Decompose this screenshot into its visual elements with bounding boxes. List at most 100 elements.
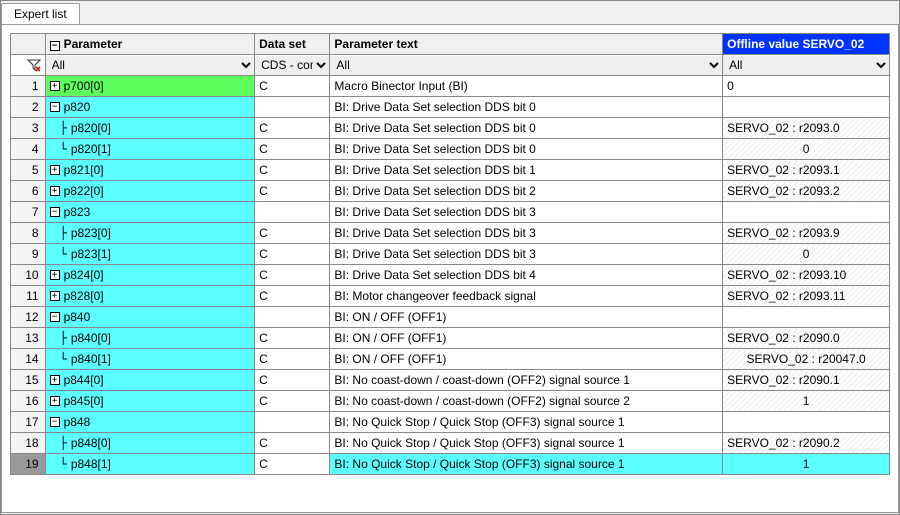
collapse-all-toggle[interactable]: − bbox=[50, 41, 60, 51]
expand-icon[interactable]: + bbox=[50, 375, 60, 385]
collapse-icon[interactable]: − bbox=[50, 312, 60, 322]
parameter-text-cell[interactable]: BI: Drive Data Set selection DDS bit 0 bbox=[330, 139, 723, 160]
parameter-text-cell[interactable]: BI: Drive Data Set selection DDS bit 3 bbox=[330, 244, 723, 265]
offline-value-cell[interactable]: 1 bbox=[723, 391, 890, 412]
row-number[interactable]: 8 bbox=[11, 223, 46, 244]
collapse-icon[interactable]: − bbox=[50, 417, 60, 427]
parameter-text-cell[interactable]: BI: Drive Data Set selection DDS bit 0 bbox=[330, 97, 723, 118]
parameter-cell[interactable]: +p822[0] bbox=[45, 181, 255, 202]
offline-value-cell[interactable] bbox=[723, 97, 890, 118]
row-number[interactable]: 5 bbox=[11, 160, 46, 181]
dataset-cell[interactable]: C bbox=[255, 328, 330, 349]
table-row[interactable]: 17−p848 BI: No Quick Stop / Quick Stop (O… bbox=[11, 412, 890, 433]
offline-value-cell[interactable]: SERVO_02 : r2093.2 bbox=[723, 181, 890, 202]
parameter-text-cell[interactable]: BI: Drive Data Set selection DDS bit 0 bbox=[330, 118, 723, 139]
dataset-cell[interactable] bbox=[255, 97, 330, 118]
row-number[interactable]: 18 bbox=[11, 433, 46, 454]
parameter-cell[interactable]: └p820[1] bbox=[45, 139, 255, 160]
offline-value-cell[interactable]: SERVO_02 : r2093.0 bbox=[723, 118, 890, 139]
filter-offline[interactable]: All bbox=[723, 55, 890, 76]
offline-value-cell[interactable] bbox=[723, 412, 890, 433]
table-row[interactable]: 5+p821[0]CBI: Drive Data Set selection D… bbox=[11, 160, 890, 181]
row-number[interactable]: 4 bbox=[11, 139, 46, 160]
filter-icon-cell[interactable] bbox=[11, 55, 46, 76]
header-parameter[interactable]: −Parameter bbox=[45, 34, 255, 55]
parameter-text-cell[interactable]: BI: ON / OFF (OFF1) bbox=[330, 307, 723, 328]
dataset-cell[interactable]: C bbox=[255, 349, 330, 370]
row-number[interactable]: 16 bbox=[11, 391, 46, 412]
row-number[interactable]: 13 bbox=[11, 328, 46, 349]
filter-ptext[interactable]: All bbox=[330, 55, 723, 76]
header-dataset[interactable]: Data set bbox=[255, 34, 330, 55]
header-rownum[interactable] bbox=[11, 34, 46, 55]
collapse-icon[interactable]: − bbox=[50, 102, 60, 112]
dataset-cell[interactable] bbox=[255, 307, 330, 328]
table-row[interactable]: 19└p848[1]CBI: No Quick Stop / Quick Sto… bbox=[11, 454, 890, 475]
parameter-text-cell[interactable]: BI: No Quick Stop / Quick Stop (OFF3) si… bbox=[330, 412, 723, 433]
dataset-cell[interactable]: C bbox=[255, 160, 330, 181]
parameter-text-cell[interactable]: BI: No Quick Stop / Quick Stop (OFF3) si… bbox=[330, 433, 723, 454]
table-row[interactable]: 14└p840[1]CBI: ON / OFF (OFF1)SERVO_02 :… bbox=[11, 349, 890, 370]
parameter-cell[interactable]: −p820 bbox=[45, 97, 255, 118]
table-row[interactable]: 16+p845[0]CBI: No coast-down / coast-dow… bbox=[11, 391, 890, 412]
parameter-text-cell[interactable]: BI: No coast-down / coast-down (OFF2) si… bbox=[330, 370, 723, 391]
tab-expert-list[interactable]: Expert list bbox=[1, 3, 80, 24]
dataset-cell[interactable]: C bbox=[255, 454, 330, 475]
expand-icon[interactable]: + bbox=[50, 165, 60, 175]
parameter-cell[interactable]: +p824[0] bbox=[45, 265, 255, 286]
header-offline[interactable]: Offline value SERVO_02 bbox=[723, 34, 890, 55]
parameter-cell[interactable]: ├p840[0] bbox=[45, 328, 255, 349]
row-number[interactable]: 3 bbox=[11, 118, 46, 139]
table-row[interactable]: 1+p700[0]CMacro Binector Input (BI)0 bbox=[11, 76, 890, 97]
dataset-cell[interactable]: C bbox=[255, 76, 330, 97]
row-number[interactable]: 9 bbox=[11, 244, 46, 265]
parameter-cell[interactable]: +p700[0] bbox=[45, 76, 255, 97]
offline-value-cell[interactable]: SERVO_02 : r2093.9 bbox=[723, 223, 890, 244]
dataset-cell[interactable]: C bbox=[255, 118, 330, 139]
dataset-cell[interactable]: C bbox=[255, 391, 330, 412]
offline-value-cell[interactable]: 0 bbox=[723, 76, 890, 97]
filter-offline-select[interactable]: All bbox=[723, 56, 889, 75]
parameter-text-cell[interactable]: BI: ON / OFF (OFF1) bbox=[330, 328, 723, 349]
parameter-cell[interactable]: +p828[0] bbox=[45, 286, 255, 307]
offline-value-cell[interactable]: SERVO_02 : r2093.11 bbox=[723, 286, 890, 307]
table-row[interactable]: 18├p848[0]CBI: No Quick Stop / Quick Sto… bbox=[11, 433, 890, 454]
row-number[interactable]: 17 bbox=[11, 412, 46, 433]
table-row[interactable]: 4└p820[1]CBI: Drive Data Set selection D… bbox=[11, 139, 890, 160]
parameter-cell[interactable]: └p848[1] bbox=[45, 454, 255, 475]
table-row[interactable]: 6+p822[0]CBI: Drive Data Set selection D… bbox=[11, 181, 890, 202]
offline-value-cell[interactable]: 0 bbox=[723, 244, 890, 265]
parameter-cell[interactable]: ├p848[0] bbox=[45, 433, 255, 454]
table-row[interactable]: 13├p840[0]CBI: ON / OFF (OFF1)SERVO_02 :… bbox=[11, 328, 890, 349]
parameter-text-cell[interactable]: BI: Drive Data Set selection DDS bit 1 bbox=[330, 160, 723, 181]
offline-value-cell[interactable] bbox=[723, 202, 890, 223]
parameter-cell[interactable]: +p844[0] bbox=[45, 370, 255, 391]
row-number[interactable]: 19 bbox=[11, 454, 46, 475]
dataset-cell[interactable]: C bbox=[255, 244, 330, 265]
dataset-cell[interactable]: C bbox=[255, 286, 330, 307]
table-row[interactable]: 8├p823[0]CBI: Drive Data Set selection D… bbox=[11, 223, 890, 244]
parameter-cell[interactable]: −p848 bbox=[45, 412, 255, 433]
parameter-text-cell[interactable]: BI: Drive Data Set selection DDS bit 4 bbox=[330, 265, 723, 286]
filter-dataset-select[interactable]: CDS - com bbox=[255, 56, 329, 75]
filter-parameter[interactable]: All bbox=[45, 55, 255, 76]
row-number[interactable]: 1 bbox=[11, 76, 46, 97]
row-number[interactable]: 7 bbox=[11, 202, 46, 223]
filter-parameter-select[interactable]: All bbox=[46, 56, 255, 75]
offline-value-cell[interactable]: SERVO_02 : r2093.10 bbox=[723, 265, 890, 286]
collapse-icon[interactable]: − bbox=[50, 207, 60, 217]
dataset-cell[interactable]: C bbox=[255, 139, 330, 160]
offline-value-cell[interactable]: SERVO_02 : r2090.0 bbox=[723, 328, 890, 349]
row-number[interactable]: 12 bbox=[11, 307, 46, 328]
row-number[interactable]: 6 bbox=[11, 181, 46, 202]
table-row[interactable]: 2−p820 BI: Drive Data Set selection DDS b… bbox=[11, 97, 890, 118]
row-number[interactable]: 2 bbox=[11, 97, 46, 118]
expand-icon[interactable]: + bbox=[50, 396, 60, 406]
parameter-text-cell[interactable]: BI: Motor changeover feedback signal bbox=[330, 286, 723, 307]
table-row[interactable]: 9└p823[1]CBI: Drive Data Set selection D… bbox=[11, 244, 890, 265]
parameter-cell[interactable]: −p823 bbox=[45, 202, 255, 223]
table-row[interactable]: 12−p840BI: ON / OFF (OFF1) bbox=[11, 307, 890, 328]
table-row[interactable]: 15+p844[0]CBI: No coast-down / coast-dow… bbox=[11, 370, 890, 391]
expand-icon[interactable]: + bbox=[50, 186, 60, 196]
parameter-cell[interactable]: └p840[1] bbox=[45, 349, 255, 370]
